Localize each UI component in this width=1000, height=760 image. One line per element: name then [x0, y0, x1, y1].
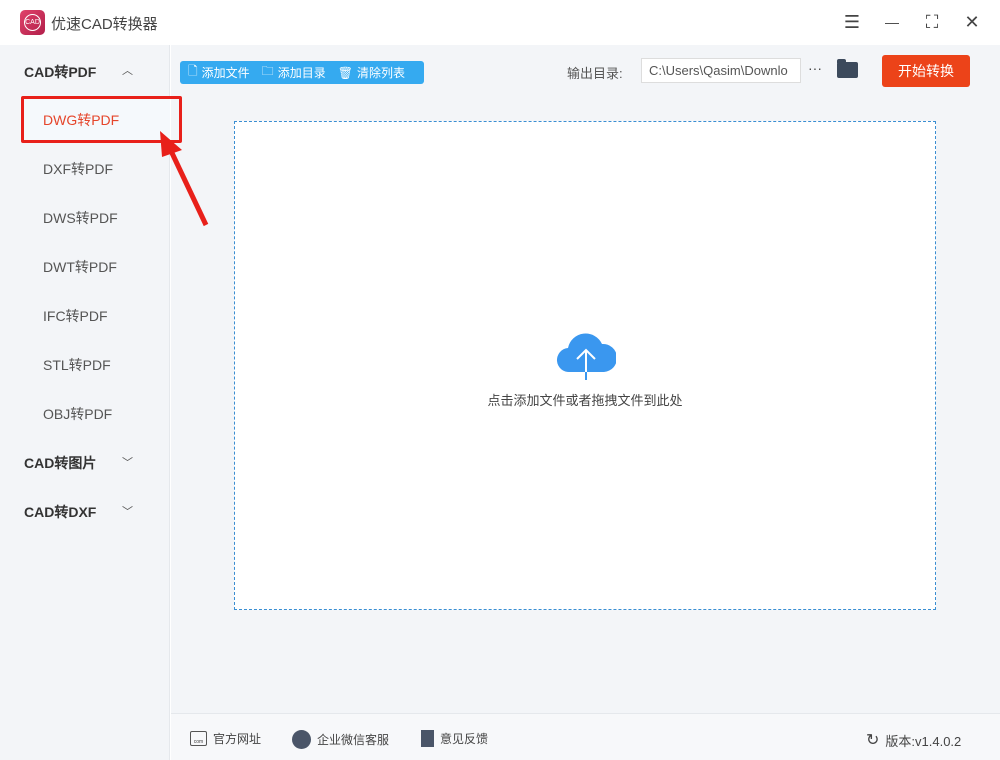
output-dir-label: 输出目录: — [567, 63, 623, 82]
sidebar-item-stl-pdf[interactable]: STL转PDF — [43, 355, 111, 375]
version-info[interactable]: ↻版本:v1.4.0.2 — [866, 730, 961, 750]
clear-list-button[interactable]: 🗑清除列表 — [338, 64, 405, 81]
close-icon[interactable]: ✕ — [960, 10, 984, 34]
file-toolbar: 🗋添加文件 🗀添加目录 🗑清除列表 — [180, 61, 424, 84]
sidebar-item-dws-pdf[interactable]: DWS转PDF — [43, 208, 118, 228]
feedback-icon — [421, 730, 434, 747]
chevron-up-icon[interactable]: ︿ — [122, 62, 133, 78]
sidebar-group-cad-pdf[interactable]: CAD转PDF — [24, 62, 96, 82]
sidebar-item-obj-pdf[interactable]: OBJ转PDF — [43, 404, 112, 424]
minimize-icon[interactable]: — — [880, 10, 904, 34]
wechat-service-link[interactable]: 企业微信客服 — [292, 730, 389, 749]
sidebar — [0, 45, 170, 760]
annotation-arrow-icon — [150, 95, 220, 230]
maximize-icon[interactable]: ⛶ — [920, 10, 944, 34]
sidebar-group-cad-image[interactable]: CAD转图片 — [24, 453, 96, 473]
sidebar-item-dxf-pdf[interactable]: DXF转PDF — [43, 159, 113, 179]
sidebar-item-ifc-pdf[interactable]: IFC转PDF — [43, 306, 108, 326]
trash-icon: 🗑 — [338, 66, 353, 80]
sidebar-group-cad-dxf[interactable]: CAD转DXF — [24, 502, 96, 522]
drop-zone[interactable]: 点击添加文件或者拖拽文件到此处 — [234, 121, 936, 610]
chevron-down-icon[interactable]: ﹀ — [122, 503, 133, 519]
add-folder-button[interactable]: 🗀添加目录 — [262, 62, 326, 83]
app-title: 优速CAD转换器 — [51, 13, 158, 34]
file-icon: 🗋 — [188, 62, 198, 83]
title-bar: CAD 优速CAD转换器 ☰ — ⛶ ✕ — [0, 0, 1000, 45]
more-button[interactable]: ··· — [808, 60, 822, 76]
folder-icon: 🗀 — [262, 62, 274, 83]
website-icon: com — [190, 731, 207, 746]
footer: com官方网址 企业微信客服 意见反馈 ↻版本:v1.4.0.2 — [171, 713, 1000, 760]
app-logo: CAD — [20, 10, 45, 35]
output-dir-input[interactable]: C:\Users\Qasim\Downlo — [641, 58, 801, 83]
open-folder-icon[interactable] — [837, 62, 858, 78]
add-file-button[interactable]: 🗋添加文件 — [188, 62, 250, 83]
cloud-upload-icon — [556, 328, 616, 382]
chevron-down-icon[interactable]: ﹀ — [122, 454, 133, 470]
feedback-link[interactable]: 意见反馈 — [421, 730, 488, 747]
wechat-icon — [292, 730, 311, 749]
website-link[interactable]: com官方网址 — [190, 730, 261, 747]
drop-hint: 点击添加文件或者拖拽文件到此处 — [235, 390, 935, 409]
menu-icon[interactable]: ☰ — [840, 10, 864, 34]
sidebar-item-dwt-pdf[interactable]: DWT转PDF — [43, 257, 117, 277]
start-convert-button[interactable]: 开始转换 — [882, 55, 970, 87]
refresh-icon: ↻ — [866, 730, 879, 750]
